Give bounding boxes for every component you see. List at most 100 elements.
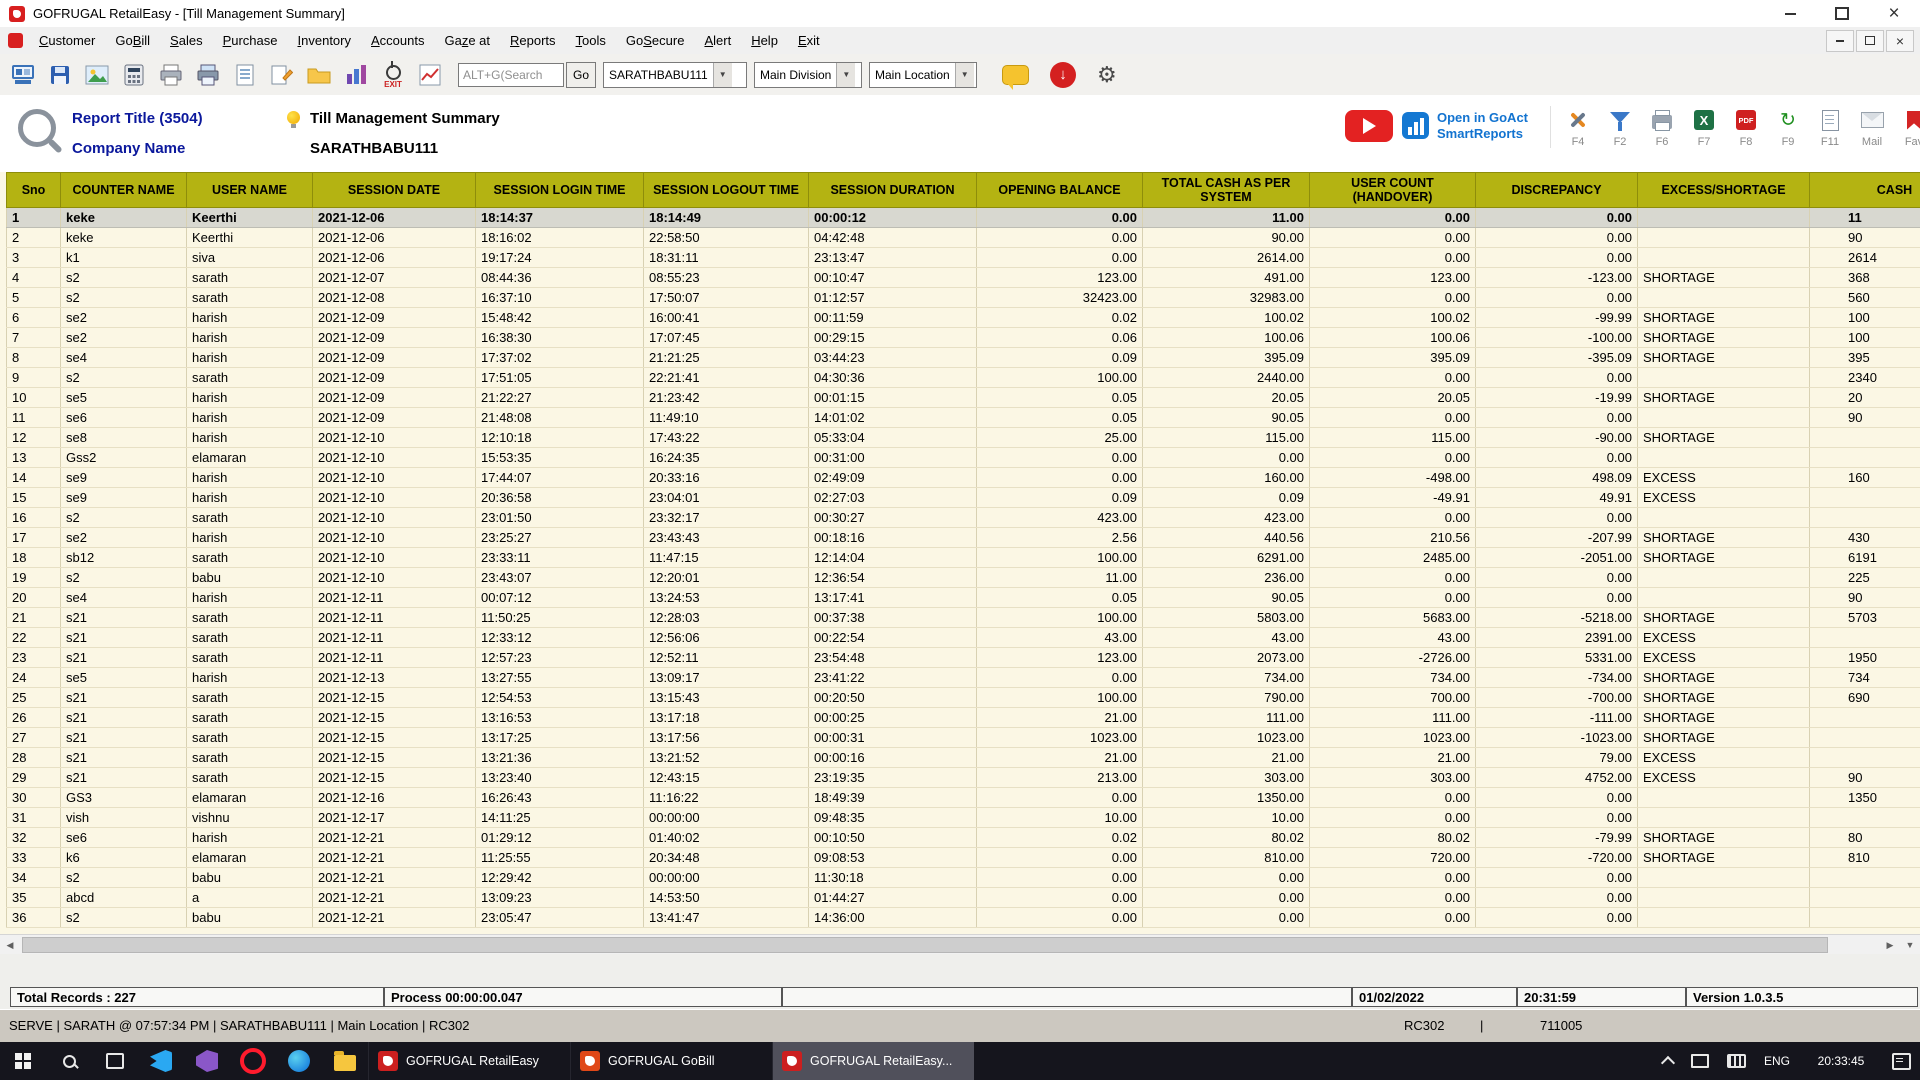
- menu-item-gobill[interactable]: GoBill: [105, 29, 160, 52]
- open-in-goact-link[interactable]: Open in GoAct SmartReports: [1437, 110, 1528, 142]
- print-preview-icon[interactable]: [193, 60, 223, 90]
- division-dropdown[interactable]: Main Division ▼: [754, 62, 862, 88]
- scrollbar-thumb[interactable]: [22, 937, 1828, 953]
- column-header-session-duration[interactable]: SESSION DURATION: [809, 173, 977, 208]
- search-input[interactable]: [458, 63, 564, 87]
- table-row[interactable]: 29s21sarath2021-12-1513:23:4012:43:1523:…: [7, 768, 1920, 788]
- tray-display-button[interactable]: [1682, 1042, 1718, 1080]
- menu-item-purchase[interactable]: Purchase: [213, 29, 288, 52]
- menu-item-inventory[interactable]: Inventory: [288, 29, 362, 52]
- bar-chart-icon[interactable]: [341, 60, 371, 90]
- column-header-session-date[interactable]: SESSION DATE: [313, 173, 476, 208]
- fkey-f11-page[interactable]: F11: [1809, 106, 1851, 148]
- mdi-close-button[interactable]: ×: [1886, 30, 1914, 52]
- tray-expand-button[interactable]: [1654, 1042, 1682, 1080]
- fkey-f7-excel[interactable]: XF7: [1683, 106, 1725, 148]
- table-row[interactable]: 12se8harish2021-12-1012:10:1817:43:2205:…: [7, 428, 1920, 448]
- table-row[interactable]: 16s2sarath2021-12-1023:01:5023:32:1700:3…: [7, 508, 1920, 528]
- taskbar-edge-button[interactable]: [276, 1042, 322, 1080]
- feedback-chat-icon[interactable]: [1002, 65, 1029, 85]
- table-row[interactable]: 25s21sarath2021-12-1512:54:5313:15:4300:…: [7, 688, 1920, 708]
- language-indicator[interactable]: ENG: [1755, 1042, 1799, 1080]
- table-row[interactable]: 1kekeKeerthi2021-12-0618:14:3718:14:4900…: [7, 208, 1920, 228]
- column-header-session-login-time[interactable]: SESSION LOGIN TIME: [476, 173, 644, 208]
- pos-machine-icon[interactable]: [8, 60, 38, 90]
- column-header-excess-shortage[interactable]: EXCESS/SHORTAGE: [1638, 173, 1810, 208]
- scrollbar-track[interactable]: [20, 935, 1880, 955]
- taskbar-vscode-button[interactable]: [138, 1042, 184, 1080]
- close-button[interactable]: ×: [1868, 0, 1920, 27]
- table-row[interactable]: 13Gss2elamaran2021-12-1015:53:3516:24:35…: [7, 448, 1920, 468]
- table-row[interactable]: 30GS3elamaran2021-12-1616:26:4311:16:221…: [7, 788, 1920, 808]
- task-view-button[interactable]: [92, 1042, 138, 1080]
- company-dropdown[interactable]: SARATHBABU111 ▼: [603, 62, 747, 88]
- print-icon[interactable]: [156, 60, 186, 90]
- table-row[interactable]: 10se5harish2021-12-0921:22:2721:23:4200:…: [7, 388, 1920, 408]
- table-row[interactable]: 33k6elamaran2021-12-2111:25:5520:34:4809…: [7, 848, 1920, 868]
- table-row[interactable]: 32se6harish2021-12-2101:29:1201:40:0200:…: [7, 828, 1920, 848]
- search-icon[interactable]: [18, 109, 56, 147]
- minimize-button[interactable]: [1764, 0, 1816, 27]
- table-row[interactable]: 20se4harish2021-12-1100:07:1213:24:5313:…: [7, 588, 1920, 608]
- menu-item-exit[interactable]: Exit: [788, 29, 830, 52]
- menu-item-accounts[interactable]: Accounts: [361, 29, 434, 52]
- table-row[interactable]: 2kekeKeerthi2021-12-0618:16:0222:58:5004…: [7, 228, 1920, 248]
- fkey-f2-filter[interactable]: F2: [1599, 106, 1641, 148]
- taskbar-app-retaileasy-active[interactable]: GOFRUGAL RetailEasy...: [772, 1042, 974, 1080]
- table-row[interactable]: 19s2babu2021-12-1023:43:0712:20:0112:36:…: [7, 568, 1920, 588]
- table-row[interactable]: 31vishvishnu2021-12-1714:11:2500:00:0009…: [7, 808, 1920, 828]
- menu-item-gaze-at[interactable]: Gaze at: [434, 29, 500, 52]
- scroll-right-button[interactable]: ▶: [1880, 935, 1900, 955]
- menu-item-reports[interactable]: Reports: [500, 29, 566, 52]
- table-row[interactable]: 35abcda2021-12-2113:09:2314:53:5001:44:2…: [7, 888, 1920, 908]
- youtube-button[interactable]: [1345, 110, 1393, 142]
- restore-button[interactable]: [1816, 0, 1868, 27]
- menu-item-tools[interactable]: Tools: [566, 29, 616, 52]
- table-row[interactable]: 15se9harish2021-12-1020:36:5823:04:0102:…: [7, 488, 1920, 508]
- table-row[interactable]: 22s21sarath2021-12-1112:33:1212:56:0600:…: [7, 628, 1920, 648]
- fkey-f4-tools[interactable]: F4: [1557, 106, 1599, 148]
- menu-item-customer[interactable]: Customer: [29, 29, 105, 52]
- column-header-cash[interactable]: CASH: [1810, 173, 1920, 208]
- table-row[interactable]: 28s21sarath2021-12-1513:21:3613:21:5200:…: [7, 748, 1920, 768]
- line-chart-icon[interactable]: [415, 60, 445, 90]
- mdi-minimize-button[interactable]: [1826, 30, 1854, 52]
- fkey-fav[interactable]: Fav: [1893, 106, 1920, 148]
- taskbar-opera-button[interactable]: [230, 1042, 276, 1080]
- table-row[interactable]: 27s21sarath2021-12-1513:17:2513:17:5600:…: [7, 728, 1920, 748]
- go-button[interactable]: Go: [566, 62, 596, 88]
- table-row[interactable]: 36s2babu2021-12-2123:05:4713:41:4714:36:…: [7, 908, 1920, 928]
- taskbar-app-gobill[interactable]: GOFRUGAL GoBill: [570, 1042, 772, 1080]
- taskbar-vs-button[interactable]: [184, 1042, 230, 1080]
- clock[interactable]: 20:33:45: [1799, 1042, 1883, 1080]
- column-header-opening-balance[interactable]: OPENING BALANCE: [977, 173, 1143, 208]
- column-header-user-count-handover-[interactable]: USER COUNT (HANDOVER): [1310, 173, 1476, 208]
- menu-item-gosecure[interactable]: GoSecure: [616, 29, 695, 52]
- menu-item-sales[interactable]: Sales: [160, 29, 213, 52]
- table-row[interactable]: 26s21sarath2021-12-1513:16:5313:17:1800:…: [7, 708, 1920, 728]
- table-row[interactable]: 24se5harish2021-12-1313:27:5513:09:1723:…: [7, 668, 1920, 688]
- calculator-icon[interactable]: [119, 60, 149, 90]
- menu-item-help[interactable]: Help: [741, 29, 788, 52]
- table-row[interactable]: 21s21sarath2021-12-1111:50:2512:28:0300:…: [7, 608, 1920, 628]
- fkey-f9-refresh[interactable]: ↻F9: [1767, 106, 1809, 148]
- table-row[interactable]: 9s2sarath2021-12-0917:51:0522:21:4104:30…: [7, 368, 1920, 388]
- start-button[interactable]: [0, 1042, 46, 1080]
- table-row[interactable]: 6se2harish2021-12-0915:48:4216:00:4100:1…: [7, 308, 1920, 328]
- column-header-user-name[interactable]: USER NAME: [187, 173, 313, 208]
- table-row[interactable]: 23s21sarath2021-12-1112:57:2312:52:1123:…: [7, 648, 1920, 668]
- column-header-sno[interactable]: Sno: [7, 173, 61, 208]
- document-icon[interactable]: [230, 60, 260, 90]
- folder-icon[interactable]: [304, 60, 334, 90]
- column-header-session-logout-time[interactable]: SESSION LOGOUT TIME: [644, 173, 809, 208]
- column-header-total-cash-as-per-system[interactable]: TOTAL CASH AS PER SYSTEM: [1143, 173, 1310, 208]
- table-row[interactable]: 14se9harish2021-12-1017:44:0720:33:1602:…: [7, 468, 1920, 488]
- tray-keyboard-button[interactable]: [1718, 1042, 1755, 1080]
- column-header-counter-name[interactable]: COUNTER NAME: [61, 173, 187, 208]
- exit-button[interactable]: EXIT: [378, 60, 408, 90]
- table-row[interactable]: 18sb12sarath2021-12-1023:33:1111:47:1512…: [7, 548, 1920, 568]
- download-icon[interactable]: ↓: [1050, 62, 1076, 88]
- fkey-f6-print[interactable]: F6: [1641, 106, 1683, 148]
- location-dropdown[interactable]: Main Location ▼: [869, 62, 977, 88]
- table-row[interactable]: 34s2babu2021-12-2112:29:4200:00:0011:30:…: [7, 868, 1920, 888]
